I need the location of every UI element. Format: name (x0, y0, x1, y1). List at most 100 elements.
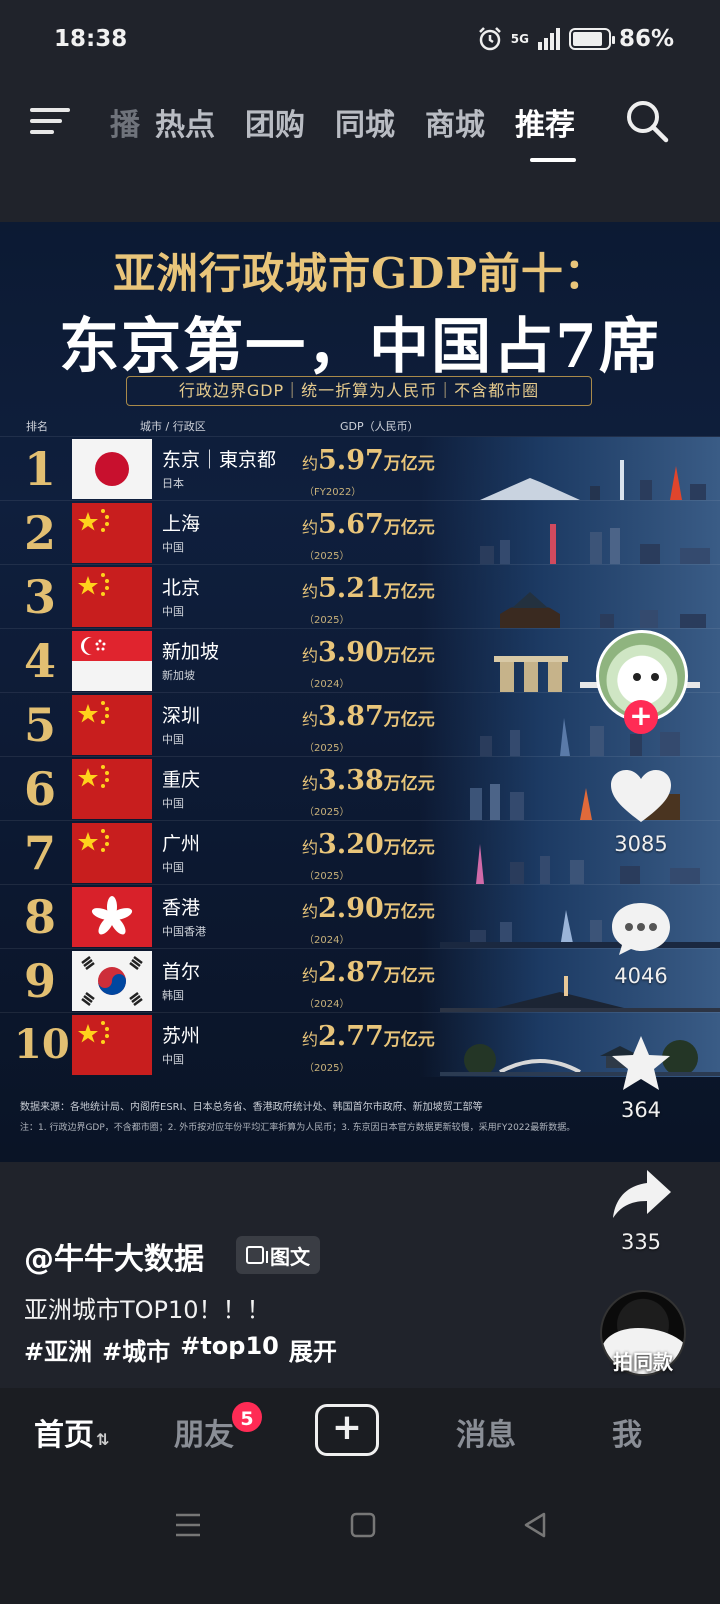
country-name: 新加坡 (162, 669, 195, 682)
city-name: 北京 (162, 577, 201, 599)
make-same-label[interactable]: 拍同款 (600, 1346, 686, 1375)
flag (72, 823, 152, 883)
post-type-badge: 图文 (236, 1236, 320, 1274)
city-name: 重庆 (162, 769, 201, 791)
tab-home-label: 首页 (34, 1418, 94, 1453)
tab-recommend[interactable]: 推荐 (500, 100, 590, 162)
refresh-icon: ⇅ (96, 1430, 110, 1449)
country-name: 中国 (162, 1053, 184, 1066)
gdp-value: 约3.90万亿元 (302, 637, 435, 668)
hongkong-flag-icon (72, 887, 152, 947)
tab-hot[interactable]: 热点 (140, 100, 230, 144)
gdp-value: 约3.87万亿元 (302, 701, 435, 732)
skyline-image (470, 784, 680, 820)
city-name: 香港 (162, 897, 201, 919)
back-icon[interactable] (522, 1512, 548, 1538)
flag (72, 695, 152, 755)
flag (72, 567, 152, 627)
data-year: （2025） (304, 743, 350, 754)
rank-number: 2 (23, 506, 56, 560)
country-name: 中国 (162, 797, 184, 810)
city-name: 广州 (162, 833, 201, 855)
hashtag[interactable]: #top10 (180, 1332, 279, 1367)
tab-mall[interactable]: 商城 (410, 100, 500, 144)
data-year: （2025） (304, 551, 350, 562)
friends-badge: 5 (230, 1400, 264, 1434)
table-header: 排名 城市 / 行政区 GDP（人民币） (0, 418, 720, 438)
like-button[interactable]: 3085 (604, 768, 678, 856)
city-name: 首尔 (162, 961, 201, 983)
comment-count: 4046 (614, 964, 668, 988)
rank-number: 7 (23, 826, 56, 880)
tab-local[interactable]: 同城 (320, 100, 410, 144)
comment-button[interactable]: 4046 (604, 900, 678, 988)
tab-me[interactable]: 我 (612, 1410, 642, 1454)
col-gdp: GDP（人民币） (340, 420, 419, 433)
tab-group-buy[interactable]: 团购 (230, 100, 320, 144)
follow-button[interactable]: + (624, 700, 658, 734)
skyline-image (480, 524, 710, 564)
city-name: 东京｜東京都 (162, 449, 277, 471)
country-name: 中国 (162, 733, 184, 746)
skyline-image (440, 976, 720, 1012)
top-tabs: 播 热点 团购 同城 商城 推荐 (96, 100, 590, 162)
skyline-image (500, 592, 706, 628)
system-nav-bar (0, 1472, 720, 1604)
share-count: 335 (620, 1230, 662, 1254)
search-icon[interactable] (624, 98, 670, 144)
city-name: 新加坡 (162, 641, 220, 663)
china-flag-icon (72, 1015, 152, 1075)
japan-flag-icon (72, 439, 152, 499)
gdp-value: 约5.67万亿元 (302, 509, 435, 540)
top-nav: 播 热点 团购 同城 商城 推荐 (0, 92, 720, 162)
flag (72, 759, 152, 819)
korea-flag-icon (72, 951, 152, 1011)
expand-button[interactable]: 展开 (289, 1332, 337, 1367)
rank-number: 3 (23, 570, 56, 624)
data-year: （2025） (304, 871, 350, 882)
skyline-image (480, 718, 680, 756)
skyline-image (476, 844, 700, 884)
rank-number: 6 (23, 762, 56, 816)
poster-note: 注：1. 行政边界GDP，不含都市圈；2. 外币按对应年份平均汇率折算为人民币；… (20, 1123, 576, 1133)
poster-subtitle: 行政边界GDP｜统一折算为人民币｜不含都市圈 (126, 376, 592, 406)
skyline-image (440, 1040, 720, 1076)
country-name: 韩国 (162, 989, 184, 1002)
battery-icon (568, 28, 615, 50)
col-city: 城市 / 行政区 (140, 420, 206, 433)
home-icon[interactable] (350, 1512, 376, 1538)
rank-number: 10 (14, 1021, 70, 1068)
flag (72, 631, 152, 691)
favorite-button[interactable]: 364 (604, 1034, 678, 1122)
data-year: （2025） (304, 807, 350, 818)
post-caption: 亚洲城市TOP10！！！ (24, 1296, 271, 1324)
flag (72, 887, 152, 947)
country-name: 中国 (162, 861, 184, 874)
hashtag[interactable]: #城市 (102, 1332, 170, 1367)
share-button[interactable]: 335 (604, 1166, 678, 1254)
poster-title: 亚洲行政城市GDP前十： (113, 249, 607, 298)
data-year: （2024） (304, 999, 350, 1010)
comment-icon (612, 903, 670, 955)
author-name[interactable]: @牛牛大数据 (24, 1234, 204, 1278)
gdp-value: 约2.87万亿元 (302, 957, 435, 988)
tab-live[interactable]: 播 (96, 100, 140, 144)
china-flag-icon (72, 695, 152, 755)
rank-number: 9 (23, 954, 56, 1008)
table-row: 1 东京｜東京都 日本 约5.97万亿元 （FY2022） (0, 436, 720, 501)
col-rank: 排名 (26, 420, 48, 433)
network-type: 5G (510, 32, 529, 46)
gdp-value: 约2.77万亿元 (302, 1021, 435, 1052)
tab-home[interactable]: 首页 ⇅ (34, 1410, 109, 1454)
country-name: 日本 (162, 477, 184, 490)
hashtag[interactable]: #亚洲 (24, 1332, 92, 1367)
table-row: 3 北京 中国 约5.21万亿元 （2025） (0, 564, 720, 629)
menu-icon[interactable] (30, 104, 70, 138)
recent-apps-icon[interactable] (174, 1512, 202, 1538)
post-tags: #亚洲 #城市 #top10 展开 (24, 1332, 337, 1367)
city-name: 深圳 (162, 705, 201, 727)
tab-friends[interactable]: 朋友 (174, 1410, 234, 1454)
tab-messages[interactable]: 消息 (456, 1410, 516, 1454)
gdp-value: 约2.90万亿元 (302, 893, 435, 924)
create-button[interactable]: + (315, 1404, 379, 1456)
